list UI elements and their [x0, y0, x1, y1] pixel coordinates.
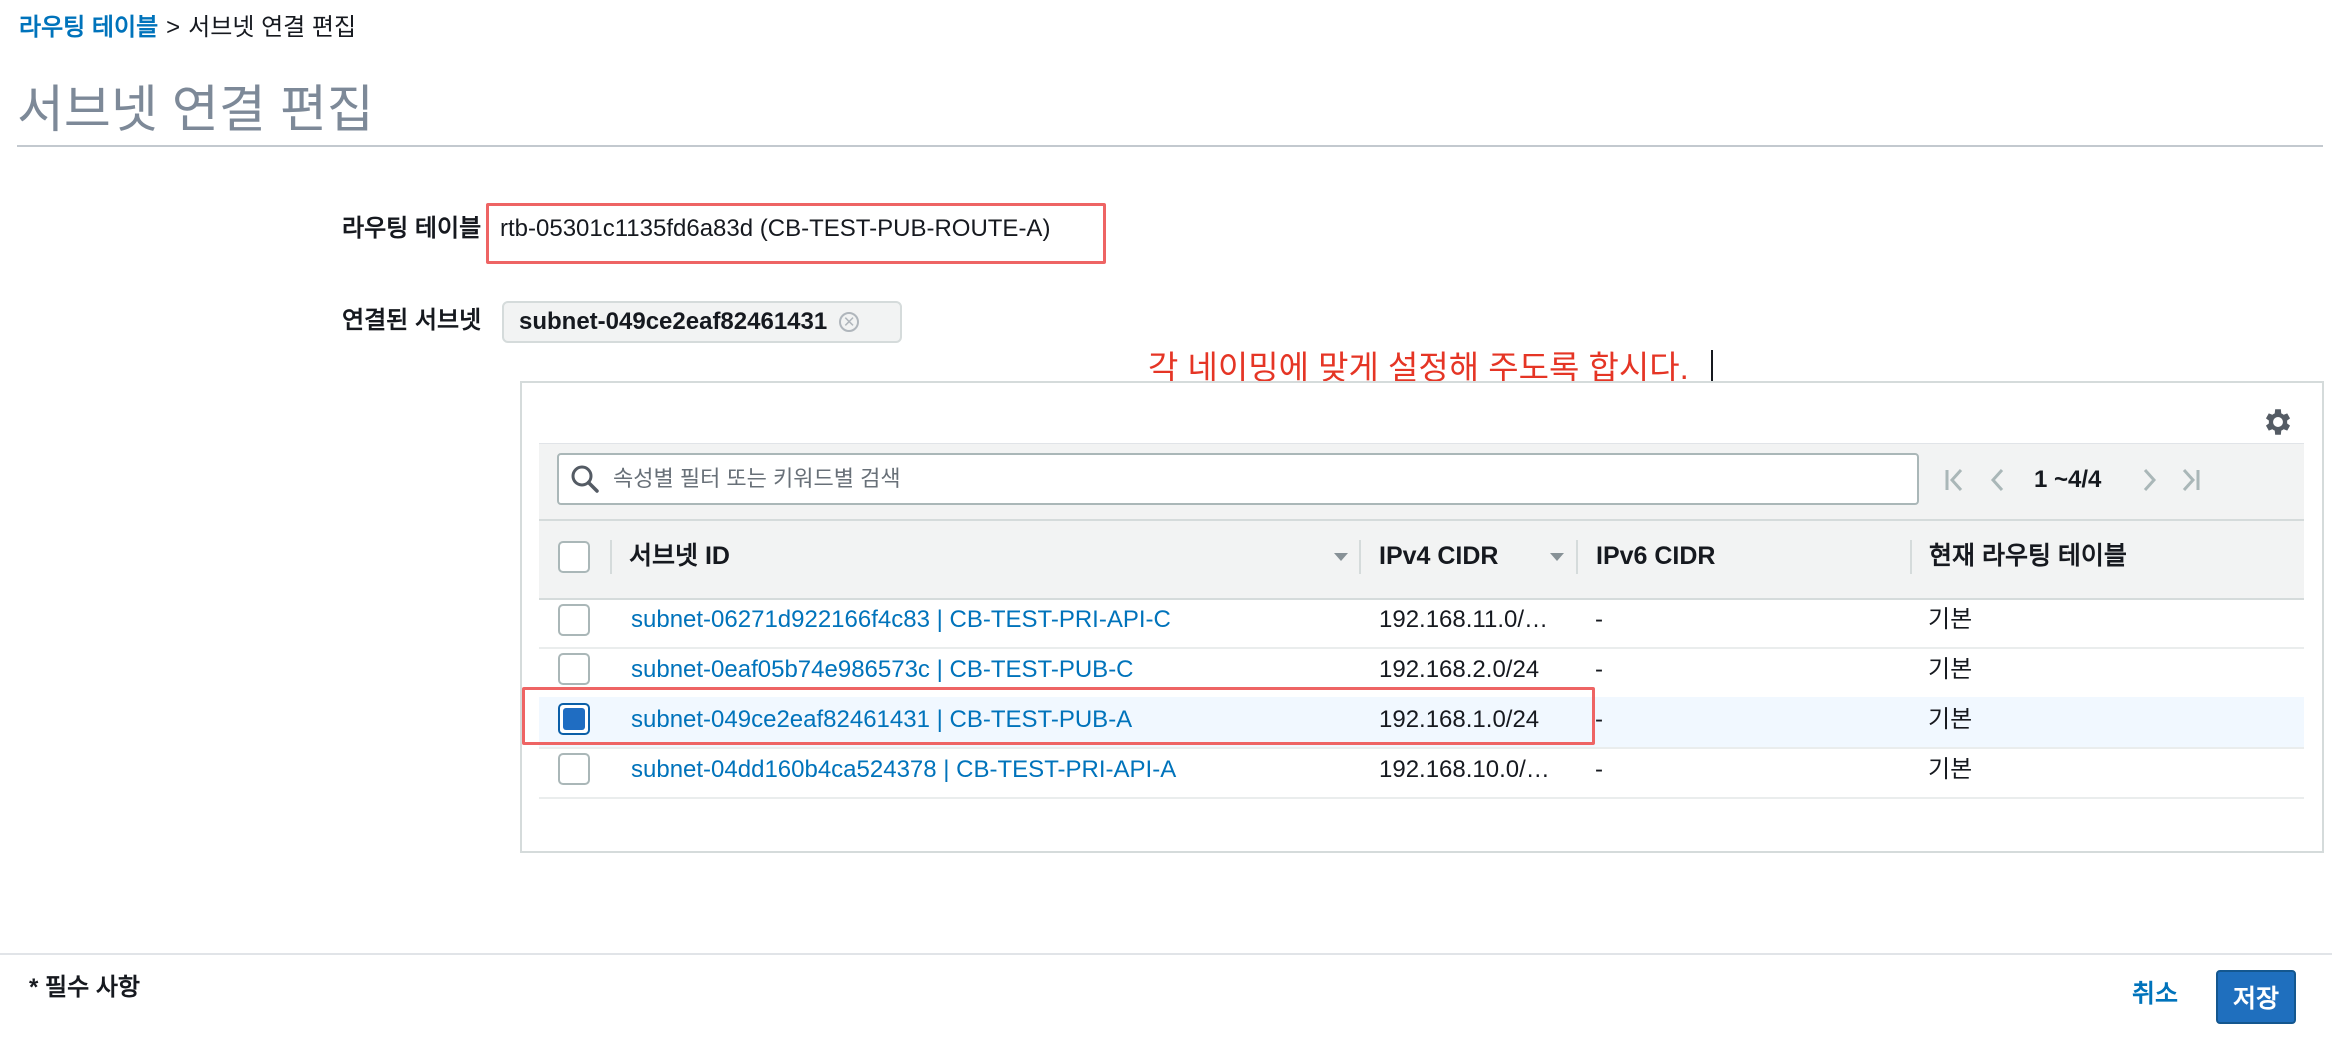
ipv4-cidr-cell: 192.168.2.0/24: [1379, 656, 1540, 683]
column-separator: [1576, 540, 1578, 574]
sort-caret-icon[interactable]: [1334, 553, 1348, 561]
cancel-button[interactable]: 취소: [2132, 978, 2178, 1010]
subnet-id-link[interactable]: subnet-0eaf05b74e986573c | CB-TEST-PUB-C: [631, 655, 1351, 685]
save-button[interactable]: 저장: [2216, 970, 2296, 1024]
breadcrumb: 라우팅 테이블 > 서브넷 연결 편집: [19, 12, 356, 44]
route-table-highlight-box: [486, 203, 1106, 264]
sort-caret-icon[interactable]: [1550, 553, 1564, 561]
pagination-range: 1 ~4/4: [2034, 466, 2102, 493]
first-page-icon[interactable]: [1940, 463, 1970, 497]
route-table-cell: 기본: [1928, 656, 1973, 683]
route-table-label: 라우팅 테이블: [342, 215, 482, 242]
route-table-cell: 기본: [1928, 756, 1973, 783]
subnet-id-link[interactable]: subnet-04dd160b4ca524378 | CB-TEST-PRI-A…: [631, 755, 1351, 785]
column-header-ipv4-cidr[interactable]: IPv4 CIDR: [1379, 540, 1498, 572]
associated-subnet-token-label: subnet-049ce2eaf82461431: [519, 308, 828, 335]
ipv4-cidr-cell: 192.168.10.0/…: [1379, 756, 1550, 783]
search-icon: [571, 465, 599, 493]
title-divider: [17, 145, 2323, 147]
ipv6-cidr-cell: -: [1595, 656, 1603, 683]
last-page-icon[interactable]: [2175, 463, 2205, 497]
column-separator: [1359, 540, 1361, 574]
breadcrumb-current: 서브넷 연결 편집: [188, 14, 357, 41]
next-page-icon[interactable]: [2134, 463, 2164, 497]
ipv4-cidr-cell: 192.168.11.0/…: [1379, 606, 1549, 633]
ipv6-cidr-cell: -: [1595, 606, 1603, 633]
column-separator: [610, 540, 612, 574]
subnet-id-link[interactable]: subnet-06271d922166f4c83 | CB-TEST-PRI-A…: [631, 605, 1351, 635]
row-checkbox[interactable]: [558, 753, 590, 785]
route-table-cell: 기본: [1928, 606, 1973, 633]
select-all-checkbox[interactable]: [558, 541, 590, 573]
column-header-subnet-id[interactable]: 서브넷 ID: [629, 540, 730, 572]
remove-token-icon[interactable]: ✕: [839, 312, 860, 332]
ipv6-cidr-cell: -: [1595, 756, 1603, 783]
search-input[interactable]: [611, 465, 1895, 493]
row-checkbox[interactable]: [558, 653, 590, 685]
column-separator: [1910, 540, 1912, 574]
route-table-cell: 기본: [1928, 706, 1973, 733]
associated-subnets-label: 연결된 서브넷: [342, 307, 482, 334]
footer-divider: [0, 953, 2332, 955]
column-header-ipv6-cidr[interactable]: IPv6 CIDR: [1596, 540, 1715, 572]
gear-icon[interactable]: [2261, 405, 2295, 439]
ipv6-cidr-cell: -: [1595, 706, 1603, 733]
prev-page-icon[interactable]: [1983, 463, 2013, 497]
row-checkbox[interactable]: [558, 604, 590, 636]
breadcrumb-route-tables-link[interactable]: 라우팅 테이블: [19, 14, 158, 41]
page-title: 서브넷 연결 편집: [17, 81, 374, 138]
associated-subnet-token: subnet-049ce2eaf82461431 ✕: [502, 301, 902, 343]
search-box[interactable]: [557, 453, 1919, 505]
required-note: * 필수 사항: [29, 974, 140, 1001]
column-header-current-route-table[interactable]: 현재 라우팅 테이블: [1929, 540, 2127, 572]
selected-row-highlight-box: [522, 687, 1595, 745]
breadcrumb-separator: >: [166, 14, 181, 41]
